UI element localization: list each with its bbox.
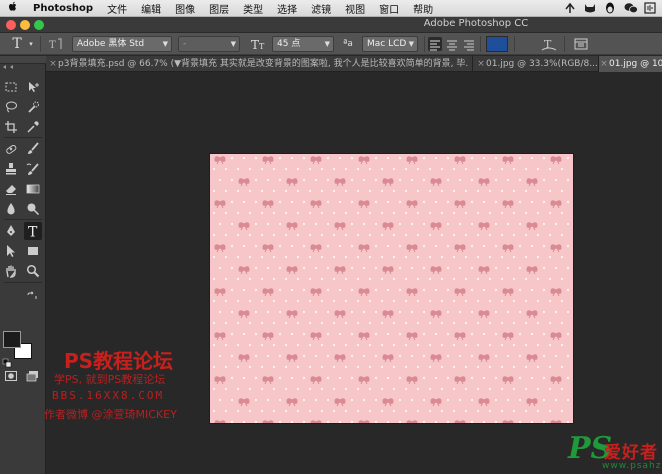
move-tool-icon[interactable]: [24, 78, 42, 96]
character-panel-icon[interactable]: [572, 36, 590, 52]
menu-view[interactable]: 视图: [338, 1, 372, 16]
toolbox-grip[interactable]: [0, 56, 46, 69]
quick-selection-tool-icon[interactable]: [24, 98, 42, 116]
options-bar: T ▾ T Adobe 黑体 Std ▼ - ▼ TT 45 点 ▼ ªa Ma…: [0, 33, 662, 55]
clone-stamp-tool-icon[interactable]: [2, 160, 20, 178]
chevron-down-icon: ▼: [230, 40, 236, 48]
security-icon[interactable]: [644, 2, 656, 14]
font-style-value: -: [183, 39, 187, 49]
tab-document-p3[interactable]: ×p3背景填充.psd @ 66.7% (▼背景填充 其实就是改变背景的图案啦,…: [48, 56, 468, 72]
watermark-title: PS教程论坛: [64, 349, 174, 373]
warp-text-icon[interactable]: T: [540, 36, 558, 52]
logo-cn-text: 爱好者: [604, 443, 658, 463]
svg-text:T: T: [28, 225, 38, 239]
screen-mode-icon[interactable]: [24, 367, 42, 385]
type-tool-icon[interactable]: T: [24, 222, 42, 240]
gradient-tool-icon[interactable]: [24, 180, 42, 198]
site-logo: PS 爱好者 www.psahz.com: [566, 434, 662, 474]
menu-filter[interactable]: 滤镜: [304, 1, 338, 16]
lasso-tool-icon[interactable]: [2, 98, 20, 116]
watermark-line-2: BBS.16XX8.COM: [52, 389, 165, 402]
pen-tool-icon[interactable]: [2, 222, 20, 240]
svg-text:T: T: [251, 38, 259, 52]
antialias-dropdown[interactable]: Mac LCD ▼: [362, 36, 418, 52]
close-tab-icon[interactable]: ×: [599, 56, 609, 72]
menu-image[interactable]: 图像: [168, 1, 202, 16]
close-tab-icon[interactable]: ×: [48, 56, 58, 72]
menu-select[interactable]: 选择: [270, 1, 304, 16]
chevron-down-icon: ▼: [408, 40, 414, 48]
chevron-down-icon: ▼: [324, 40, 330, 48]
penguin-icon[interactable]: [604, 2, 616, 14]
bow-pattern-image: [210, 154, 573, 423]
antialias-value: Mac LCD: [367, 39, 407, 49]
align-right-button[interactable]: [462, 37, 476, 51]
menu-layer[interactable]: 图层: [202, 1, 236, 16]
font-size-value: 45 点: [277, 39, 301, 49]
menu-tray: [564, 2, 662, 14]
chevron-down-icon: ▼: [162, 40, 168, 48]
font-family-dropdown[interactable]: Adobe 黑体 Std ▼: [72, 36, 172, 52]
marquee-tool-icon[interactable]: [2, 78, 20, 96]
font-size-icon: TT: [250, 36, 268, 52]
tab-label: 01.jpg @ 10: [609, 59, 662, 69]
quick-mask-icon[interactable]: [2, 367, 20, 385]
menu-edit[interactable]: 编辑: [134, 1, 168, 16]
menu-file[interactable]: 文件: [100, 1, 134, 16]
menu-window[interactable]: 窗口: [372, 1, 406, 16]
align-center-button[interactable]: [445, 37, 459, 51]
crop-tool-icon[interactable]: [2, 118, 20, 136]
dodge-tool-icon[interactable]: [24, 200, 42, 218]
menu-type[interactable]: 类型: [236, 1, 270, 16]
blur-tool-icon[interactable]: [2, 200, 20, 218]
rectangle-tool-icon[interactable]: [24, 242, 42, 260]
watermark-line-1: 学PS, 就到PS教程论坛: [54, 373, 166, 386]
eyedropper-tool-icon[interactable]: [24, 118, 42, 136]
document-tab-bar: ×p3背景填充.psd @ 66.7% (▼背景填充 其实就是改变背景的图案啦,…: [46, 56, 662, 72]
tab-document-01-b[interactable]: ×01.jpg @ 10: [599, 56, 662, 72]
menu-bar: Photoshop 文件 编辑 图像 图层 类型 选择 滤镜 视图 窗口 帮助: [0, 0, 662, 17]
cat-icon[interactable]: [584, 2, 596, 14]
align-left-button[interactable]: [428, 37, 442, 51]
upload-icon[interactable]: [564, 2, 576, 14]
hand-tool-icon[interactable]: [2, 262, 20, 280]
brush-tool-icon[interactable]: [24, 140, 42, 158]
close-tab-icon[interactable]: ×: [476, 56, 486, 72]
text-color-fill: [487, 37, 507, 51]
zoom-tool-icon[interactable]: [24, 262, 42, 280]
text-color-swatch[interactable]: [486, 36, 508, 52]
logo-url-text: www.psahz.com: [602, 461, 662, 471]
svg-text:T: T: [49, 40, 56, 51]
type-tool-preset-icon[interactable]: T: [8, 36, 26, 52]
menu-app-photoshop[interactable]: Photoshop: [26, 3, 100, 14]
svg-text:T: T: [259, 42, 265, 51]
apple-icon[interactable]: [0, 1, 26, 15]
eraser-tool-icon[interactable]: [2, 180, 20, 198]
window-title: Adobe Photoshop CC: [423, 18, 529, 29]
tab-label: p3背景填充.psd @ 66.7% (▼背景填充 其实就是改变背景的图案啦, …: [58, 59, 468, 69]
foreground-color-swatch[interactable]: [3, 331, 21, 348]
menu-help[interactable]: 帮助: [406, 1, 440, 16]
font-style-dropdown[interactable]: - ▼: [178, 36, 240, 52]
healing-brush-tool-icon[interactable]: [2, 140, 20, 158]
chevron-down-icon[interactable]: ▾: [27, 36, 35, 52]
watermark-line-3: 作者微博 @涂萱琦MICKEY: [44, 408, 177, 421]
toolbox: T: [0, 56, 46, 474]
wechat-icon[interactable]: [624, 2, 638, 14]
toggle-orientation-icon[interactable]: T: [46, 36, 64, 52]
document-canvas[interactable]: [210, 154, 573, 423]
history-brush-tool-icon[interactable]: [24, 160, 42, 178]
tab-label: 01.jpg @ 33.3%(RGB/8...: [486, 59, 598, 69]
antialias-icon: ªa: [343, 39, 353, 49]
path-selection-tool-icon[interactable]: [2, 242, 20, 260]
swap-colors-icon[interactable]: [26, 288, 38, 307]
font-size-dropdown[interactable]: 45 点 ▼: [272, 36, 334, 52]
font-family-value: Adobe 黑体 Std: [77, 39, 145, 49]
window-title-bar: Adobe Photoshop CC: [0, 17, 662, 33]
